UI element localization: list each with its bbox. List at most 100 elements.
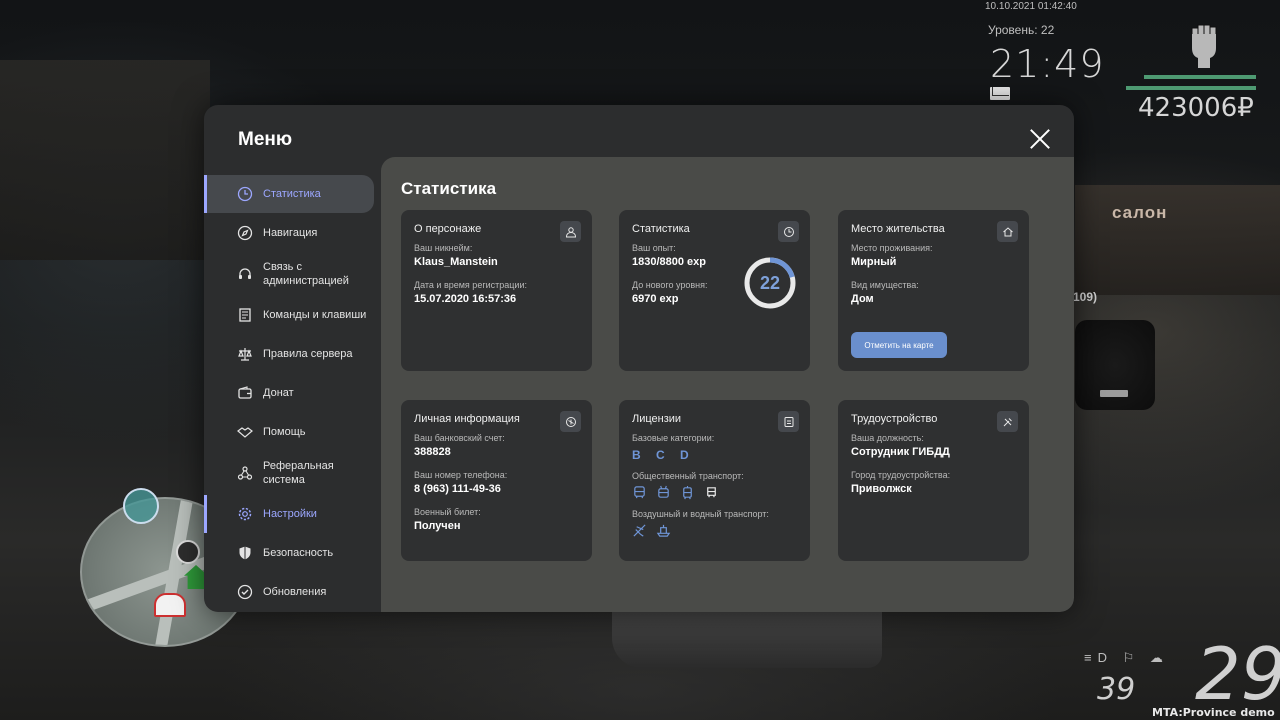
shield-icon	[239, 546, 251, 560]
residence-card: Место жительства Место проживания: Мирны…	[838, 210, 1029, 371]
tram-icon	[683, 485, 692, 500]
fist-icon	[1191, 24, 1217, 68]
hud-datetime: 10.10.2021 01:42:40	[985, 1, 1077, 12]
sidebar-item-security[interactable]: Безопасность	[204, 534, 380, 572]
airplane-icon	[633, 524, 646, 537]
sidebar-item-rules[interactable]: Правила сервера	[204, 335, 380, 373]
menu-modal: Меню Статистика Навигация Связь с админи…	[204, 105, 1074, 612]
boat-icon	[656, 524, 671, 537]
public-transport-icons	[632, 485, 797, 500]
bank-account-label: Ваш банковский счет:	[414, 433, 505, 443]
background-label: 109)	[1073, 290, 1098, 304]
sidebar-item-referral[interactable]: Реферальная система	[204, 452, 380, 494]
residence-place-label: Место проживания:	[851, 243, 933, 253]
sidebar-item-label: Статистика	[263, 188, 321, 200]
hud-level: Уровень: 22	[988, 23, 1055, 37]
residence-place-value: Мирный	[851, 256, 897, 268]
card-title: Статистика	[632, 223, 690, 235]
sidebar-item-label: Навигация	[263, 227, 318, 239]
clock-icon	[778, 221, 799, 242]
stats-card: Статистика Ваш опыт: 1830/8800 exp До но…	[619, 210, 810, 371]
hud-clock: 21:49	[990, 42, 1105, 86]
card-title: Личная информация	[414, 413, 520, 425]
sidebar-item-help[interactable]: Помощь	[204, 413, 380, 451]
health-bar	[1144, 75, 1256, 79]
sidebar-item-label: Команды и клавиши	[263, 309, 367, 321]
employment-card: Трудоустройство Ваша должность: Сотрудни…	[838, 400, 1029, 561]
sidebar-item-label: Настройки	[263, 508, 317, 520]
user-icon	[560, 221, 581, 242]
compass-icon	[237, 225, 253, 241]
base-categories-label: Базовые категории:	[632, 433, 715, 443]
sidebar-item-label: Безопасность	[263, 547, 334, 559]
check-circle-icon	[237, 584, 253, 600]
sidebar-item-updates[interactable]: Обновления	[204, 573, 380, 611]
exp-label: Ваш опыт:	[632, 243, 676, 253]
licenses-card: Лицензии Базовые категории: B C D Общест…	[619, 400, 810, 561]
modal-title: Меню	[238, 129, 293, 150]
sidebar-item-donate[interactable]: Донат	[204, 374, 380, 412]
background-shop	[1075, 185, 1280, 295]
property-type-label: Вид имущества:	[851, 280, 919, 290]
sidebar-item-contact-admin[interactable]: Связь с администрацией	[204, 253, 380, 295]
nickname-value: Klaus_Manstein	[414, 256, 498, 268]
clock-icon	[237, 186, 253, 202]
license-icon	[778, 411, 799, 432]
air-water-transport-icons	[632, 523, 797, 538]
air-water-transport-label: Воздушный и водный транспорт:	[632, 509, 769, 519]
sidebar-item-navigation[interactable]: Навигация	[204, 214, 380, 252]
server-footer: MTA:Province demo	[1152, 706, 1275, 719]
sidebar-item-statistics[interactable]: Статистика	[204, 175, 374, 213]
phone-value: 8 (963) 111-49-36	[414, 483, 501, 495]
property-type-value: Дом	[851, 293, 874, 305]
handshake-icon	[237, 427, 253, 438]
close-icon[interactable]	[1028, 127, 1052, 151]
personal-info-card: Личная информация Ваш банковский счет: 3…	[401, 400, 592, 561]
car-plate	[1100, 390, 1128, 397]
work-city-value: Приволжск	[851, 483, 912, 495]
wallet-icon	[238, 386, 252, 399]
card-title: Место жительства	[851, 223, 945, 235]
card-title: О персонаже	[414, 223, 482, 235]
trolleybus-icon	[658, 485, 669, 498]
registration-label: Дата и время регистрации:	[414, 280, 527, 290]
public-transport-label: Общественный транспорт:	[632, 471, 744, 481]
page-title: Статистика	[401, 179, 497, 198]
sidebar-item-label: Правила сервера	[263, 348, 353, 360]
position-label: Ваша должность:	[851, 433, 924, 443]
minimap-bus-stop-icon	[154, 593, 186, 617]
base-categories-value: B C D	[632, 448, 695, 462]
sidebar-item-commands[interactable]: Команды и клавиши	[204, 296, 380, 334]
sidebar-nav: Статистика Навигация Связь с администрац…	[204, 175, 380, 612]
level-value: 22	[759, 272, 781, 293]
id-icon	[560, 411, 581, 432]
vehicle-status-icons: ≡D ⚐ ☁	[1084, 650, 1169, 665]
gear-icon	[238, 507, 252, 521]
registration-value: 15.07.2020 16:57:36	[414, 293, 517, 305]
mark-on-map-button[interactable]: Отметить на карте	[851, 332, 947, 358]
hud-money: 423006₽	[1138, 93, 1254, 123]
military-id-value: Получен	[414, 520, 461, 532]
sidebar-item-label: Помощь	[263, 426, 306, 438]
background-shop-sign: салон	[1112, 203, 1168, 222]
nickname-label: Ваш никнейм:	[414, 243, 473, 253]
sidebar-item-label: Реферальная система	[263, 460, 334, 486]
hud-fuel: 39	[1097, 672, 1136, 707]
statistics-panel: Статистика О персонаже Ваш никнейм: Klau…	[381, 157, 1074, 612]
sidebar-item-label: Обновления	[263, 586, 327, 598]
card-title: Трудоустройство	[851, 413, 938, 425]
sidebar-item-settings[interactable]: Настройки	[204, 495, 380, 533]
home-icon	[997, 221, 1018, 242]
metro-icon	[707, 487, 716, 498]
bank-account-value: 388828	[414, 446, 451, 458]
minimap-bus-pin-icon	[123, 488, 159, 524]
sidebar-item-label: Донат	[263, 387, 294, 399]
hud-speed: 29	[1195, 632, 1280, 716]
phone-label: Ваш номер телефона:	[414, 470, 508, 480]
minimap-marker-icon	[176, 540, 200, 564]
scales-icon	[238, 348, 252, 361]
sidebar-item-label: Связь с администрацией	[263, 261, 349, 287]
tools-icon	[997, 411, 1018, 432]
document-icon	[239, 308, 251, 322]
network-icon	[237, 466, 253, 480]
